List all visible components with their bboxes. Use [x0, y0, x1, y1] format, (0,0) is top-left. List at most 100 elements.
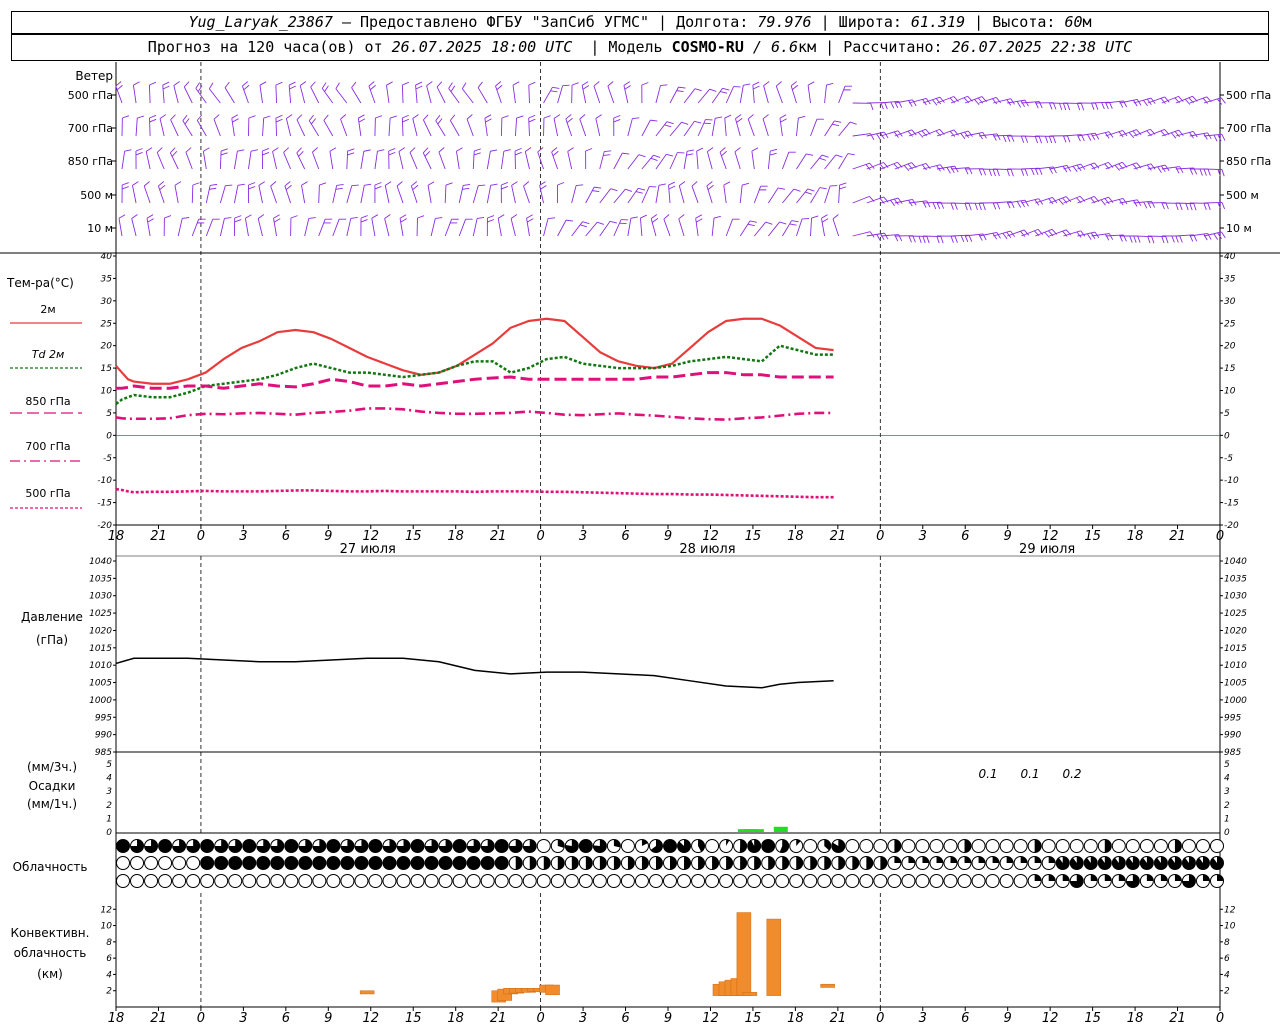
- cloud-symbol-fill: [242, 839, 256, 853]
- time-tick-label: 9: [324, 529, 332, 544]
- wind-barb-feather: [248, 182, 256, 186]
- wind-barb-feather: [721, 150, 728, 157]
- pressure-tick-label-right: 1030: [1224, 592, 1247, 602]
- pressure-tick-label-right: 1015: [1224, 644, 1247, 654]
- wind-barb-feather: [707, 184, 714, 190]
- time-tick-label: 15: [405, 1011, 422, 1024]
- cloud-symbol: [929, 874, 944, 888]
- temp-tick-label-right: 30: [1224, 297, 1236, 307]
- wind-barb: [448, 88, 460, 104]
- wind-barb-feather: [880, 102, 884, 110]
- wind-barb: [409, 152, 418, 170]
- wind-barb-feather: [582, 85, 590, 90]
- temp-legend-label: Td 2м: [32, 348, 65, 361]
- wind-barb-feather: [687, 149, 695, 152]
- wind-barb-feather: [992, 98, 998, 105]
- wind-barb-feather: [865, 164, 871, 171]
- wind-barb: [244, 218, 249, 237]
- cloud-symbol: [172, 874, 187, 888]
- wind-barb-feather: [592, 190, 600, 192]
- wind-barb: [275, 84, 278, 104]
- wind-barb-feather: [1091, 102, 1095, 110]
- cloud-symbol-fill: [1140, 856, 1154, 870]
- wind-barb-feather: [495, 81, 502, 87]
- cloud-symbol-fill: [158, 839, 172, 853]
- wind-barb-feather: [604, 150, 612, 153]
- wind-barb-feather: [789, 223, 797, 226]
- cloud-symbol: [340, 874, 355, 888]
- wind-level-label-right: 10 м: [1226, 222, 1252, 235]
- wind-barb: [427, 185, 432, 204]
- cloud-symbol: [705, 839, 720, 853]
- wind-barb-feather: [427, 181, 435, 186]
- wind-level-label-right: 700 гПа: [1226, 122, 1271, 135]
- wind-barb-feather: [173, 81, 180, 86]
- wind-barb: [500, 151, 505, 170]
- wind-barb-feather: [497, 214, 505, 219]
- cloud-symbol-fill: [1104, 874, 1112, 881]
- wind-barb-feather: [275, 114, 283, 119]
- wind-barb-feather: [182, 114, 188, 121]
- wind-barb: [838, 86, 846, 104]
- wind-barb-feather: [1220, 97, 1226, 104]
- wind-barb-feather: [543, 115, 551, 119]
- wind-barb: [472, 218, 478, 237]
- cloud-symbol-fill: [529, 856, 537, 870]
- wind-barb-feather: [396, 181, 403, 187]
- wind-barb-feather: [1044, 136, 1049, 144]
- wind-barb-feather: [375, 115, 383, 119]
- cloud-symbol: [354, 874, 369, 888]
- wind-barb-feather: [1006, 169, 1010, 177]
- wind-barb-feather: [1207, 203, 1211, 211]
- time-tick-label: 21: [490, 1011, 507, 1024]
- wind-barb: [145, 151, 151, 170]
- wind-barb-feather: [1151, 201, 1156, 208]
- cloud-symbol-fill: [543, 856, 551, 870]
- wind-barb-feather: [210, 183, 218, 186]
- wind-barb-feather: [1048, 136, 1053, 144]
- wind-barb: [185, 152, 193, 170]
- time-tick-label: 21: [1169, 529, 1186, 544]
- time-tick-label: 3: [579, 529, 587, 544]
- wind-barb-feather: [484, 114, 492, 119]
- time-tick-label: 21: [150, 529, 167, 544]
- cloud-symbol: [368, 874, 383, 888]
- wind-barb: [288, 85, 292, 104]
- wind-barb: [472, 151, 475, 170]
- cloud-symbol-fill: [838, 856, 845, 870]
- cloud-symbol-fill: [866, 856, 873, 870]
- conv-tick-label-right: 4: [1224, 970, 1230, 980]
- wind-barb-feather: [466, 114, 473, 120]
- temp-tick-label-left: 15: [101, 364, 113, 374]
- cloud-symbol: [747, 874, 762, 888]
- wind-barb: [747, 118, 755, 137]
- wind-barb-feather: [437, 118, 443, 125]
- cloud-symbol: [620, 839, 635, 853]
- wind-barb: [510, 218, 516, 237]
- time-tick-label: 18: [1127, 1011, 1144, 1024]
- wind-barb-feather: [950, 235, 954, 243]
- wind-barb-feather: [386, 81, 393, 86]
- wind-barb-feather: [487, 215, 495, 219]
- cloud-symbol: [396, 874, 411, 888]
- wind-barb-feather: [1221, 169, 1225, 177]
- cloud-symbol: [915, 874, 930, 888]
- wind-barb-feather: [625, 188, 633, 192]
- cloud-symbol-fill: [326, 839, 340, 853]
- wind-barb-feather: [1114, 164, 1121, 171]
- wind-barb-feather: [992, 169, 996, 177]
- wind-barb-feather: [450, 85, 456, 92]
- cloud-symbol: [1153, 839, 1168, 853]
- wind-barb-feather: [1105, 233, 1110, 241]
- wind-barb-feather: [752, 81, 760, 86]
- wind-barb-feather: [749, 220, 757, 223]
- wind-barb-feather: [954, 165, 959, 173]
- temp-tick-label-right: -15: [1224, 499, 1239, 509]
- wind-barb: [486, 151, 491, 170]
- precip-title: Осадки: [29, 779, 76, 793]
- wind-barb-feather: [438, 147, 445, 153]
- wind-barb-feather: [834, 120, 842, 123]
- cloud-symbol-fill: [453, 839, 467, 853]
- cloud-symbol: [494, 874, 509, 888]
- wind-barb-feather: [445, 182, 453, 186]
